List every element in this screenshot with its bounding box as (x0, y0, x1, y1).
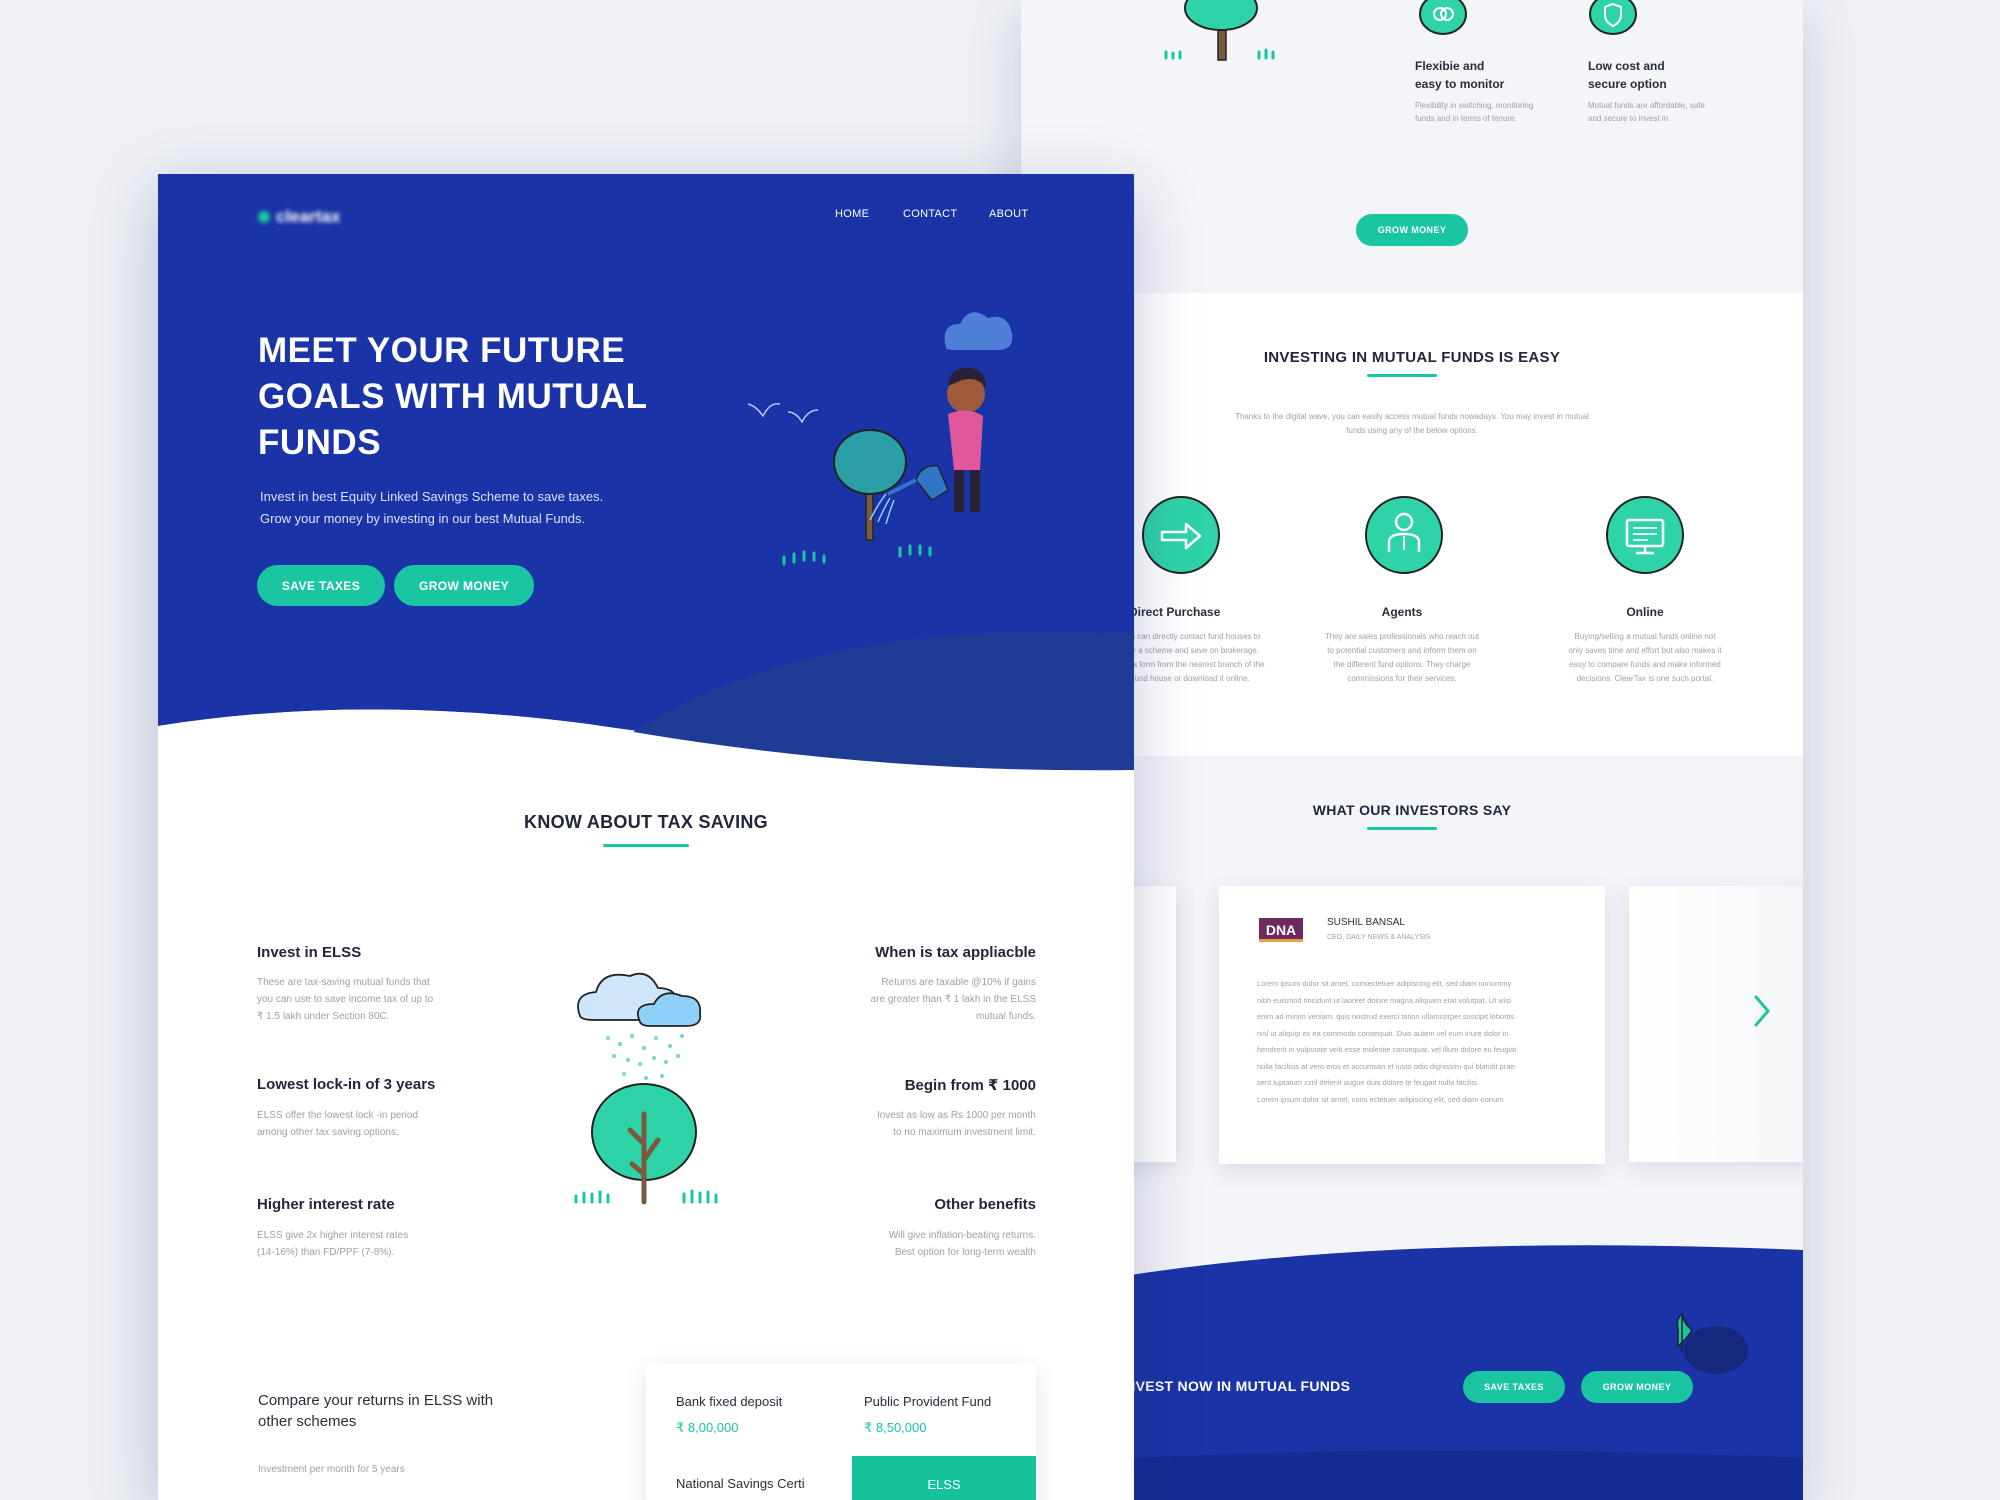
testimonial-role: CEO, DAILY NEWS & ANALYSIS (1327, 934, 1431, 941)
tax-item-text: ELSS offer the lowest lock -in period amo… (257, 1110, 419, 1138)
agent-icon (1365, 496, 1443, 574)
hero-subtitle: Invest in best Equity Linked Savings Sch… (260, 489, 604, 526)
testimonial-card-next[interactable] (1629, 886, 1803, 1162)
tax-item-title: Lowest lock-in of 3 years (257, 1076, 436, 1093)
arrow-right-icon (1142, 496, 1220, 574)
feature-text-flexible: Flexibility in switching, monitoring fund… (1415, 101, 1534, 123)
scheme-label: Bank fixed deposit (676, 1394, 783, 1409)
tax-item-text: ELSS give 2x higher interest rates (14-16… (257, 1230, 409, 1258)
logo-text: cleartax (276, 207, 341, 226)
front-page-preview: cleartax HOME CONTACT ABOUT MEET YOUR FU… (158, 174, 1134, 1500)
tax-item-title: Other benefits (934, 1196, 1036, 1213)
testimonial-card: DNA SUSHIL BANSAL CEO, DAILY NEWS & ANAL… (1219, 886, 1605, 1164)
section-title-investing: INVESTING IN MUTUAL FUNDS IS EASY (1263, 349, 1561, 366)
option-text-agents: They are sales professionals who reach o… (1324, 632, 1480, 683)
tree-illustration (1164, 0, 1275, 61)
rain-tree-illustration (574, 972, 718, 1205)
monitor-icon (1606, 496, 1684, 574)
testimonial-quote: Lorem ipsum dolor sit amet, consectetuer… (1257, 979, 1518, 1104)
hero-title: MEET YOUR FUTURE GOALS WITH MUTUAL FUNDS (258, 331, 648, 462)
title-underline (1367, 827, 1437, 830)
tax-item-title: When is tax appliacble (875, 944, 1036, 961)
cloud-icon (944, 312, 1013, 350)
tax-item-title: Begin from ₹ 1000 (904, 1077, 1036, 1094)
nav-contact[interactable]: CONTACT (903, 208, 957, 220)
feature-title-flexible: Flexibie and easy to monitor (1415, 59, 1505, 91)
tax-item-text: Returns are taxable @10% if gains are gre… (870, 977, 1036, 1022)
nav-home[interactable]: HOME (835, 208, 869, 220)
grow-money-button[interactable]: GROW MONEY (394, 565, 534, 606)
save-taxes-button[interactable]: SAVE TAXES (1463, 1371, 1565, 1403)
section-title-tax-saving: KNOW ABOUT TAX SAVING (524, 812, 768, 832)
chevron-right-icon[interactable] (1751, 993, 1775, 1029)
grow-money-button[interactable]: GROW MONEY (1356, 214, 1468, 246)
dna-logo: DNA (1259, 918, 1303, 942)
compare-subtitle: Investment per month for 5 years (258, 1464, 405, 1475)
option-text-online: Buying/selling a mutual funds online not… (1568, 632, 1722, 683)
hero-illustration (747, 312, 1013, 566)
swap-icon (1418, 0, 1468, 36)
tax-item-text: Invest as low as Rs 1000 per month to no … (877, 1110, 1036, 1138)
scheme-value: ₹ 8,00,000 (676, 1420, 739, 1435)
scheme-label: Public Provident Fund (864, 1394, 992, 1409)
section-title-testimonials: WHAT OUR INVESTORS SAY (1312, 802, 1512, 818)
tax-item-text: Will give inflation-beating returns. Best… (888, 1230, 1036, 1258)
scheme-value: ₹ 8,50,000 (864, 1420, 927, 1435)
compare-title: Compare your returns in ELSS with other s… (258, 1392, 494, 1430)
feature-title-low-cost: Low cost and secure option (1588, 59, 1667, 91)
title-underline (603, 844, 689, 847)
logo[interactable]: cleartax (258, 207, 340, 227)
tax-item-text: These are tax-saving mutual funds that yo… (257, 977, 434, 1022)
scheme-elss-tab[interactable]: ELSS (852, 1456, 1036, 1500)
title-underline (1367, 374, 1437, 377)
plant-illustration (1676, 1312, 1748, 1374)
compare-table: Bank fixed deposit ₹ 8,00,000 Public Pro… (646, 1364, 1036, 1500)
tax-item-title: Higher interest rate (257, 1196, 395, 1213)
shield-icon (1588, 0, 1638, 36)
option-title-agents: Agents (1381, 605, 1423, 619)
option-title-online: Online (1626, 605, 1664, 619)
logo-icon (258, 211, 270, 223)
feature-text-low-cost: Mutual funds are affordable, safe and sec… (1588, 101, 1705, 123)
tax-item-title: Invest in ELSS (257, 944, 362, 961)
option-title-direct-purchase: Direct Purchase (1129, 605, 1221, 619)
back-page-preview: Flexibie and easy to monitor Flexibility … (1021, 0, 1803, 1500)
grow-money-button[interactable]: GROW MONEY (1581, 1371, 1693, 1403)
investing-description: Thanks to the digital wave, you can easi… (1235, 412, 1589, 435)
nav-about[interactable]: ABOUT (989, 208, 1028, 220)
testimonial-name: SUSHIL BANSAL (1327, 917, 1405, 928)
scheme-label: National Savings Certi (676, 1476, 805, 1491)
cta-text: INVEST NOW IN MUTUAL FUNDS (1121, 1378, 1351, 1394)
save-taxes-button[interactable]: SAVE TAXES (257, 565, 385, 606)
